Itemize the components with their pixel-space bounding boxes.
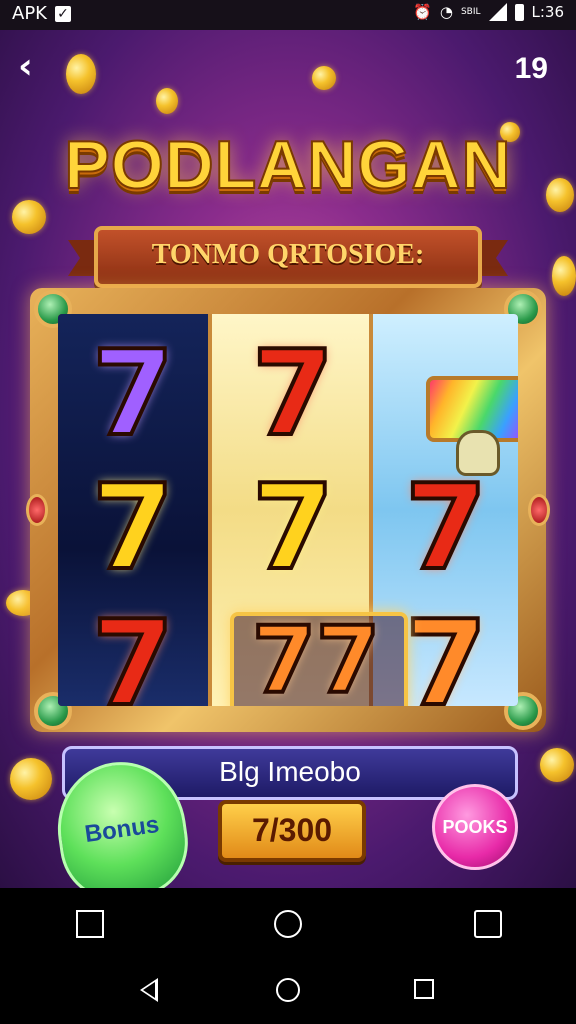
seven-symbol: 7: [403, 458, 489, 596]
coin-icon: [12, 200, 46, 234]
seven-symbol: 7: [90, 458, 176, 596]
subtitle-banner: TONMO QRTOSIOE:: [94, 226, 482, 288]
gem-icon: [528, 494, 550, 526]
soft-key-bar: [0, 888, 576, 960]
signal-label: SBIL: [460, 7, 481, 17]
reels-window: 7 7 7 7 7 7 7 77: [58, 314, 518, 706]
home-circle-icon[interactable]: [274, 910, 302, 938]
home-icon[interactable]: [276, 978, 300, 1002]
screenshot-icon[interactable]: [76, 910, 104, 938]
signal-icon: [488, 3, 507, 21]
status-bar: APK ✓ ⏰ ◔ SBIL L:36: [0, 0, 576, 30]
reel-1: 7 7 7: [58, 314, 208, 706]
coin-icon: [312, 66, 336, 90]
coin-icon: [156, 88, 178, 114]
pooks-button[interactable]: POOKS: [432, 784, 518, 870]
battery-icon: [514, 3, 524, 21]
system-nav-bar: [0, 960, 576, 1024]
game-title: PODLANGAN: [63, 126, 512, 204]
seven-symbol: 7: [90, 594, 176, 706]
coin-icon: [540, 748, 574, 782]
winning-cell: 77: [230, 605, 408, 706]
recents-icon[interactable]: [414, 979, 434, 999]
status-time: L:36: [531, 3, 565, 21]
coin-icon: [10, 758, 52, 800]
level-number: 19: [514, 52, 548, 85]
back-button[interactable]: ‹: [18, 49, 52, 86]
credit-counter: 7/300: [218, 800, 366, 862]
seven-symbol: 7: [90, 324, 176, 462]
wifi-icon: ◔: [439, 3, 453, 21]
seven-symbol: 7: [250, 324, 336, 462]
crop-icon[interactable]: [474, 910, 502, 938]
back-triangle-icon[interactable]: [140, 978, 158, 1002]
seven-symbol: 7: [250, 458, 336, 596]
coin-icon: [66, 54, 96, 94]
slot-machine-frame: 7 7 7 7 7 7 7 77: [26, 288, 550, 732]
alarm-icon: ⏰: [413, 3, 432, 21]
gem-icon: [26, 494, 48, 526]
app-label: APK: [12, 3, 47, 24]
money-bag-icon: [456, 430, 500, 476]
game-screen: ‹ 19 PODLANGAN TONMO QRTOSIOE: 7 7 7 7 7…: [0, 30, 576, 888]
check-icon: ✓: [54, 5, 71, 22]
coin-icon: [552, 256, 576, 296]
triple-seven-symbol: 77: [250, 605, 382, 706]
